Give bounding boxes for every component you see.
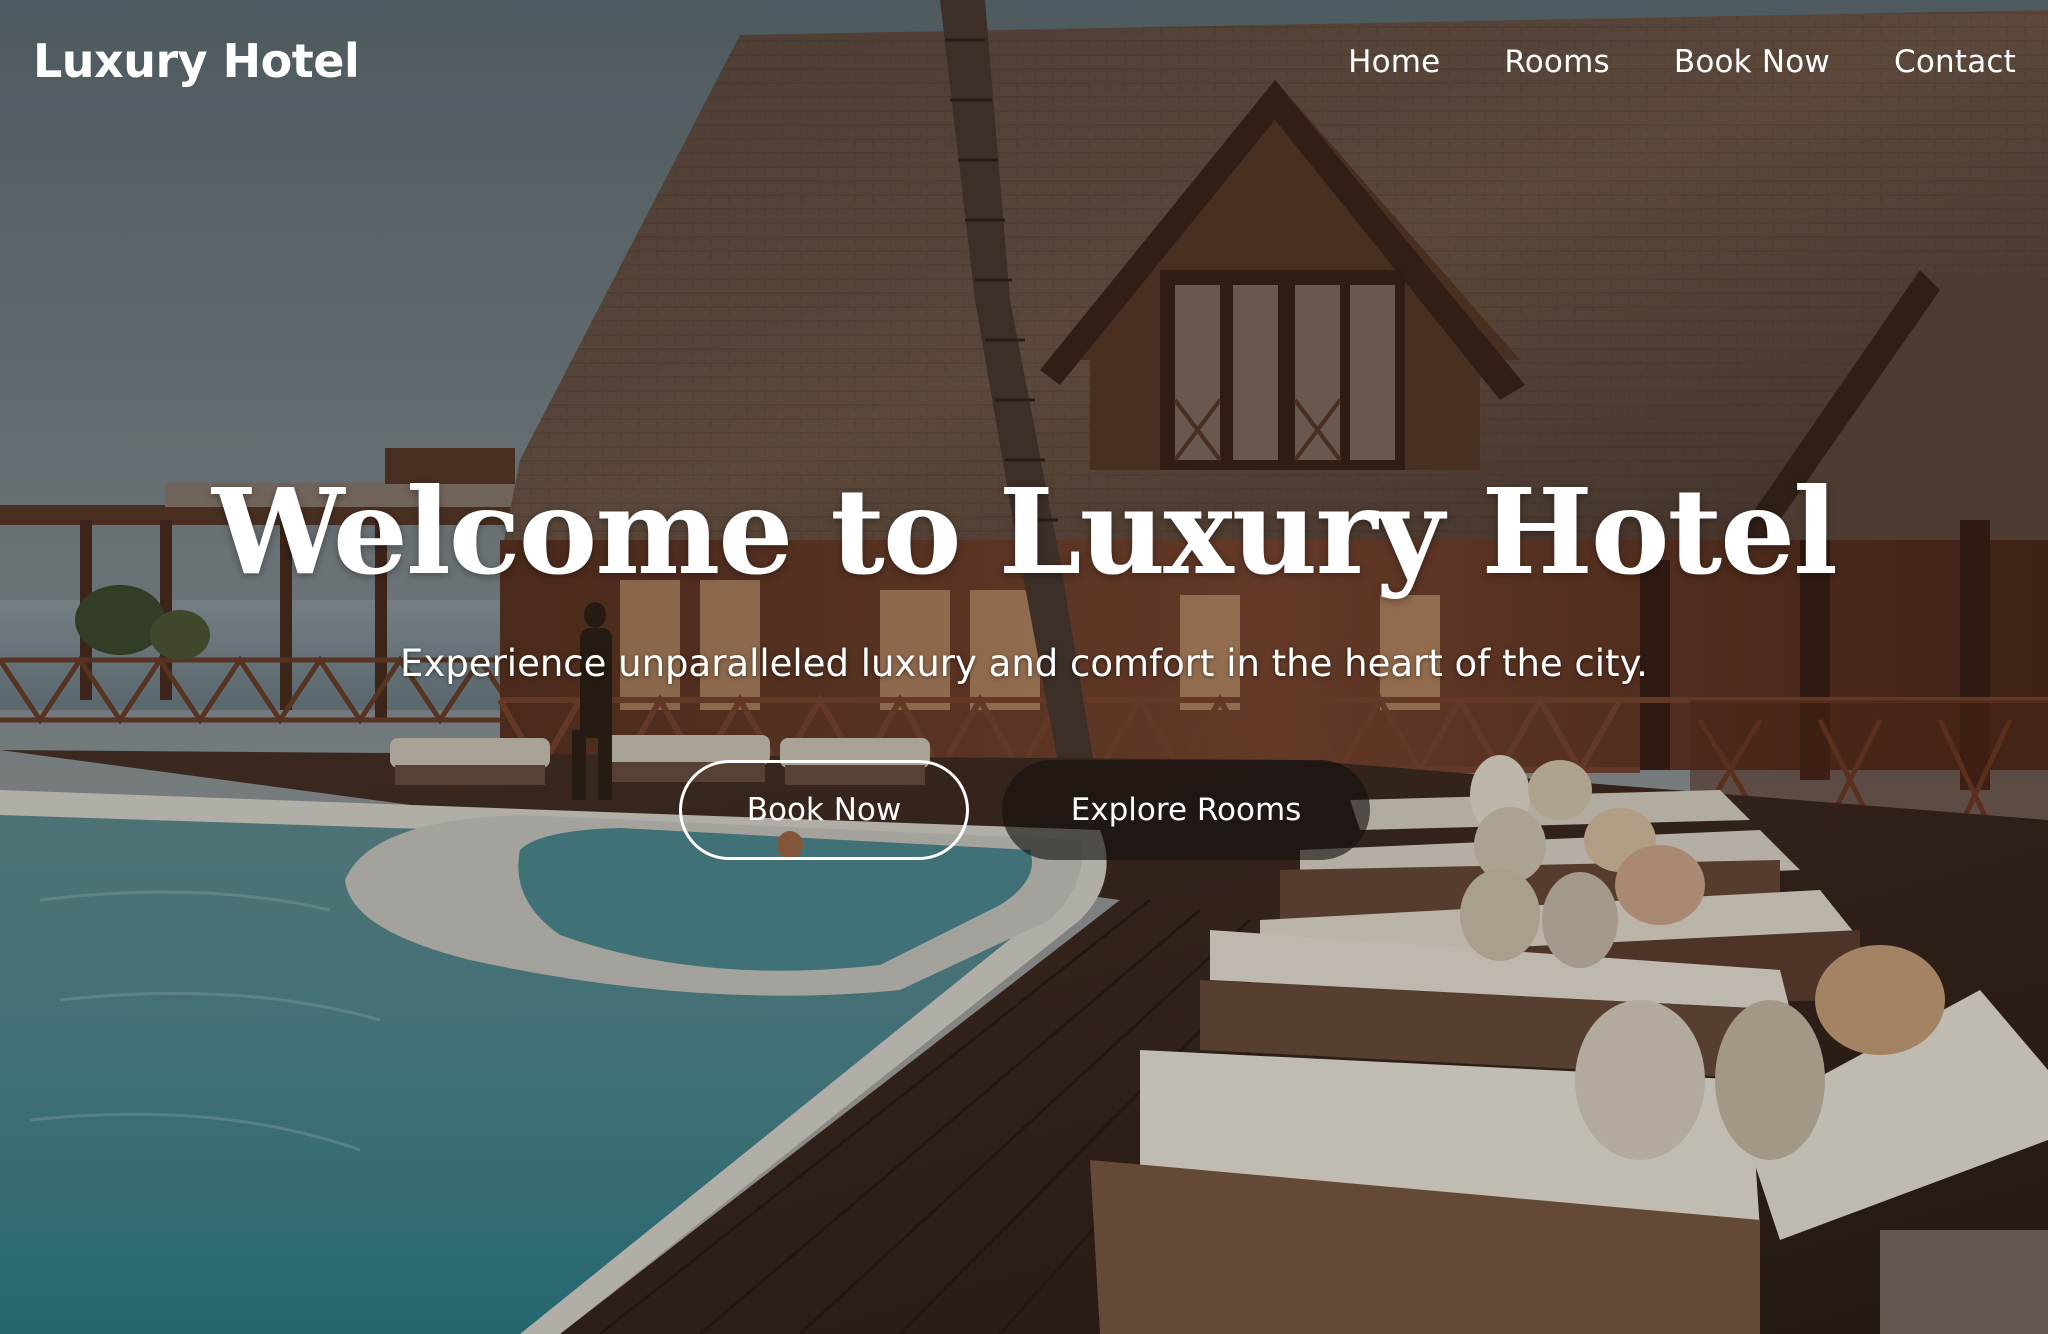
nav-link-book-now[interactable]: Book Now [1674, 44, 1830, 80]
nav-link-home[interactable]: Home [1348, 44, 1440, 80]
main-nav: Home Rooms Book Now Contact [1348, 44, 2016, 80]
hero-page: Luxury Hotel Home Rooms Book Now Contact… [0, 0, 2048, 1334]
explore-rooms-button[interactable]: Explore Rooms [1002, 760, 1370, 860]
site-header: Luxury Hotel Home Rooms Book Now Contact [0, 0, 2048, 130]
book-now-button[interactable]: Book Now [679, 760, 969, 860]
nav-link-contact[interactable]: Contact [1894, 44, 2016, 80]
site-logo[interactable]: Luxury Hotel [33, 34, 360, 88]
hero-subtitle: Experience unparalleled luxury and comfo… [400, 642, 1648, 685]
hero-title: Welcome to Luxury Hotel [212, 462, 1838, 601]
nav-link-rooms[interactable]: Rooms [1504, 44, 1609, 80]
